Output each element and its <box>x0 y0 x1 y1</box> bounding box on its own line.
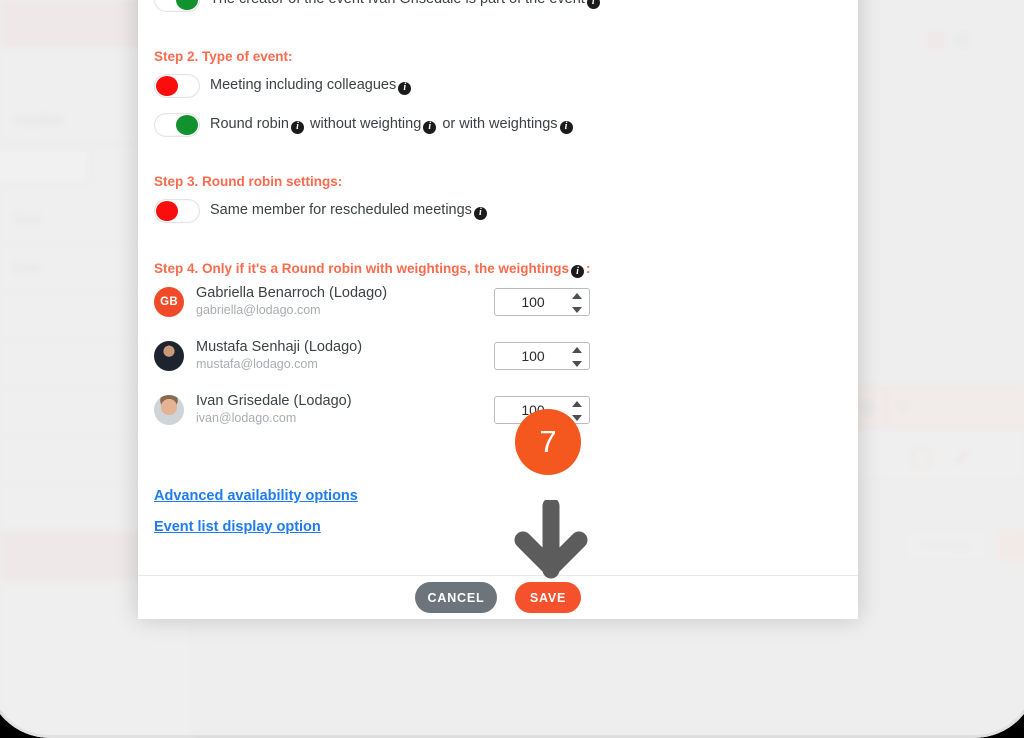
member-name: Ivan Grisedale (Lodago) <box>196 393 352 409</box>
member-name: Mustafa Senhaji (Lodago) <box>196 339 363 355</box>
gb-initials-avatar: GB <box>154 286 184 317</box>
same-member-row: Same member for rescheduled meetings i <box>154 199 489 223</box>
toggle-knob <box>156 201 178 221</box>
step3-heading: Step 3. Round robin settings: <box>154 174 343 189</box>
toggle-knob <box>176 0 198 10</box>
advanced-availability-options-link[interactable]: Advanced availability options <box>154 488 358 504</box>
ivan-photo-avatar <box>154 394 184 425</box>
member-text: Ivan Grisedale (Lodago) ivan@lodago.com <box>196 392 494 427</box>
member-text: Mustafa Senhaji (Lodago) mustafa@lodago.… <box>196 338 494 373</box>
spinner-icon[interactable] <box>572 400 582 421</box>
with-weightings-text: or with weightings <box>442 116 558 133</box>
down-arrow-icon <box>514 500 588 579</box>
round-robin-label: Round robin i without weighting i or with … <box>210 116 575 134</box>
modal-footer: CANCEL SAVE <box>138 575 858 619</box>
member-email: ivan@lodago.com <box>196 411 297 426</box>
step-badge: 7 <box>515 409 581 475</box>
creator-toggle-label: The creator of the event Ivan Grisedale … <box>210 0 602 9</box>
weight-input-wrapper[interactable] <box>494 287 590 316</box>
weight-row: Mustafa Senhaji (Lodago) mustafa@lodago.… <box>154 338 590 373</box>
without-weighting-text: without weighting <box>310 116 422 133</box>
modal-body: × GB Gabriella Benarroch (Lodago) × Must… <box>138 0 858 575</box>
meeting-including-colleagues-toggle[interactable] <box>154 74 200 98</box>
event-settings-modal: × GB Gabriella Benarroch (Lodago) × Must… <box>138 0 858 619</box>
round-robin-row: Round robin i without weighting i or with … <box>154 113 575 137</box>
same-member-rescheduled-toggle[interactable] <box>154 199 200 223</box>
mustafa-photo-avatar <box>154 340 184 371</box>
step4-heading-suffix: : <box>585 261 591 276</box>
spinner-icon[interactable] <box>572 346 582 367</box>
spinner-icon[interactable] <box>572 292 582 313</box>
info-icon[interactable]: i <box>473 206 487 220</box>
meeting-colleagues-row: Meeting including colleagues i <box>154 74 413 98</box>
member-name: Gabriella Benarroch (Lodago) <box>196 285 388 301</box>
round-robin-text: Round robin <box>210 116 289 133</box>
weight-row: GB Gabriella Benarroch (Lodago) gabriell… <box>154 284 590 319</box>
member-text: Gabriella Benarroch (Lodago) gabriella@l… <box>196 284 494 319</box>
save-button[interactable]: SAVE <box>515 582 581 613</box>
screen: nization Tool Live (#) i ⇅ <box>0 0 1024 738</box>
step4-heading-text: Step 4. Only if it's a Round robin with … <box>154 261 569 276</box>
step2-heading: Step 2. Type of event: <box>154 49 293 64</box>
info-icon[interactable]: i <box>291 120 304 134</box>
event-list-display-option-link[interactable]: Event list display option <box>154 519 321 535</box>
creator-toggle-row: The creator of the event Ivan Grisedale … <box>154 0 602 12</box>
step4-heading: Step 4. Only if it's a Round robin with … <box>154 261 590 278</box>
creator-included-toggle[interactable] <box>154 0 200 12</box>
weight-input-wrapper[interactable] <box>494 341 590 370</box>
meeting-colleagues-label: Meeting including colleagues i <box>210 77 413 95</box>
same-member-label: Same member for rescheduled meetings i <box>210 202 489 220</box>
device-frame: nization Tool Live (#) i ⇅ <box>0 0 1024 738</box>
info-icon[interactable]: i <box>586 0 600 9</box>
avatar-initials: GB <box>160 295 178 308</box>
meeting-colleagues-text: Meeting including colleagues <box>210 77 397 94</box>
toggle-knob <box>156 76 178 96</box>
same-member-text: Same member for rescheduled meetings <box>210 202 472 219</box>
cancel-button[interactable]: CANCEL <box>415 582 497 613</box>
member-email: gabriella@lodago.com <box>196 303 321 318</box>
info-icon[interactable]: i <box>559 120 573 134</box>
creator-toggle-text: The creator of the event Ivan Grisedale … <box>210 0 585 7</box>
info-icon[interactable]: i <box>423 120 437 134</box>
info-icon[interactable]: i <box>398 81 412 95</box>
member-email: mustafa@lodago.com <box>196 357 318 372</box>
info-icon[interactable]: i <box>570 265 584 278</box>
toggle-knob <box>176 115 198 135</box>
round-robin-toggle[interactable] <box>154 113 200 137</box>
